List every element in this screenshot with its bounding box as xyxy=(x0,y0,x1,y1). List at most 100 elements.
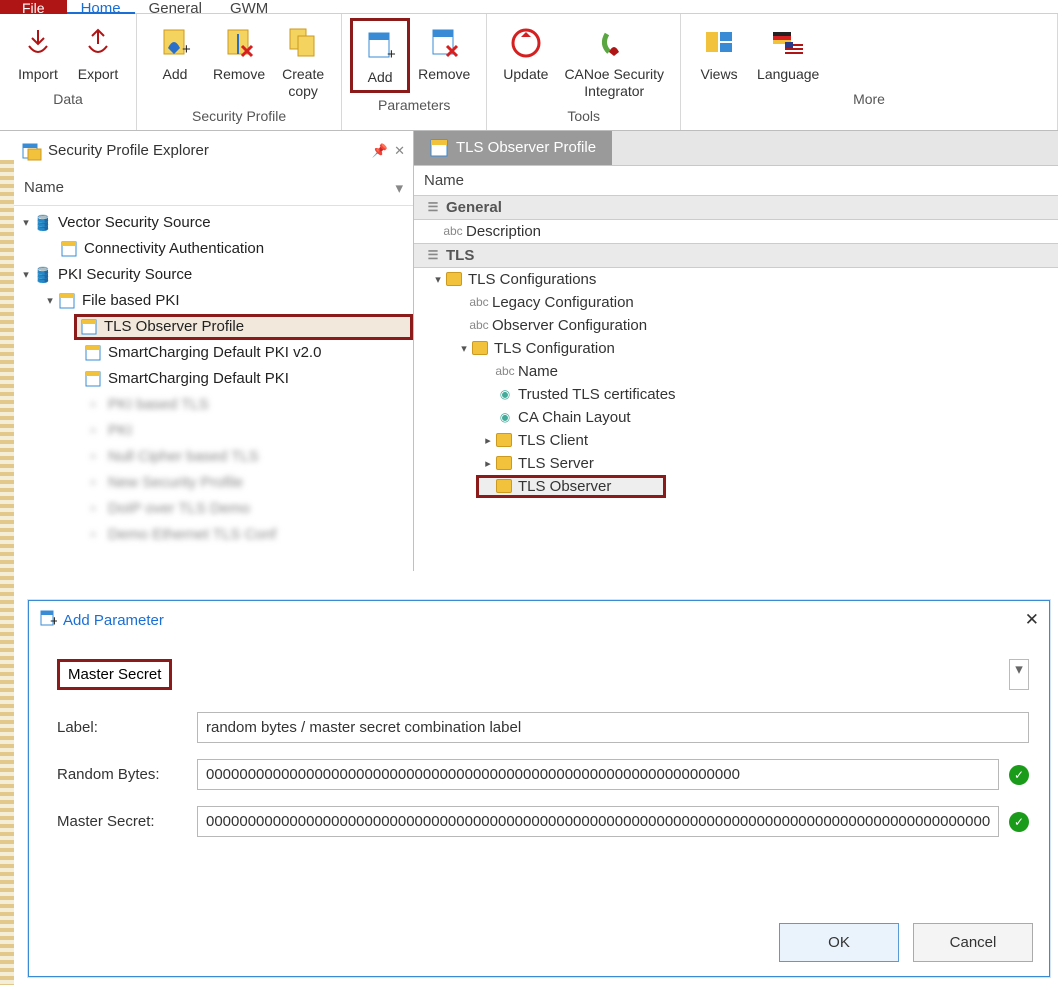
import-label: Import xyxy=(18,66,58,83)
expander-icon[interactable]: ▾ xyxy=(20,268,32,281)
dropdown-icon[interactable]: ▾ xyxy=(1009,659,1029,690)
random-bytes-input[interactable] xyxy=(197,759,999,790)
prop-label: Name xyxy=(518,363,558,380)
profile-add-button[interactable]: + Add xyxy=(145,18,205,104)
prop-trusted-certs[interactable]: ◉Trusted TLS certificates xyxy=(414,383,1058,406)
tree-smartcharging-v2[interactable]: SmartCharging Default PKI v2.0 xyxy=(14,340,413,366)
tree-pki-security-source[interactable]: ▾🛢️PKI Security Source xyxy=(14,262,413,288)
close-icon[interactable]: ✕ xyxy=(1025,610,1039,630)
param-remove-button[interactable]: Remove xyxy=(410,18,478,93)
parameter-type-row: Master Secret ▾ xyxy=(57,659,1029,690)
tree-item-blurred[interactable]: ▫PKI xyxy=(14,418,413,444)
list-icon: ☰ xyxy=(420,248,446,262)
tree-item-blurred[interactable]: ▫New Security Profile xyxy=(14,470,413,496)
param-add-button[interactable]: + Add xyxy=(350,18,410,93)
section-general[interactable]: ☰General xyxy=(414,195,1058,220)
tree-connectivity-auth[interactable]: Connectivity Authentication xyxy=(14,236,413,262)
group-more: Views Language More xyxy=(681,14,1058,130)
prop-legacy-config[interactable]: abcLegacy Configuration xyxy=(414,291,1058,314)
profile-icon: ▫ xyxy=(84,526,102,544)
expander-icon[interactable]: ▸ xyxy=(482,434,494,447)
link-icon: ◉ xyxy=(492,387,518,401)
prop-tls-client[interactable]: ▸TLS Client xyxy=(414,429,1058,452)
prop-label: CA Chain Layout xyxy=(518,409,631,426)
profile-icon xyxy=(80,318,98,336)
random-bytes-row: Random Bytes: ✓ xyxy=(57,759,1029,790)
tree-item-blurred[interactable]: ▫Demo Ethernet TLS Conf xyxy=(14,522,413,548)
dropdown-icon[interactable]: ▾ xyxy=(395,179,403,197)
group-more-label: More xyxy=(681,89,1057,113)
folder-icon xyxy=(496,479,512,493)
label-input[interactable] xyxy=(197,712,1029,743)
expander-icon[interactable]: ▸ xyxy=(482,457,494,470)
expander-icon[interactable]: ▾ xyxy=(20,216,32,229)
section-tls[interactable]: ☰TLS xyxy=(414,243,1058,268)
profile-remove-button[interactable]: Remove xyxy=(205,18,273,104)
detail-tab[interactable]: TLS Observer Profile xyxy=(414,131,612,165)
profile-icon xyxy=(60,240,78,258)
master-secret-label: Master Secret: xyxy=(57,813,197,830)
group-parameters: + Add Remove Parameters xyxy=(342,14,487,130)
pin-icon[interactable]: 📌 xyxy=(372,143,388,159)
param-remove-label: Remove xyxy=(418,66,470,83)
tree-item-blurred[interactable]: ▫Null Cipher based TLS xyxy=(14,444,413,470)
prop-label: TLS Configurations xyxy=(468,271,596,288)
profile-remove-icon xyxy=(220,24,258,62)
section-label: General xyxy=(446,199,502,216)
explorer-name-header[interactable]: Name ▾ xyxy=(14,171,413,206)
update-button[interactable]: Update xyxy=(495,18,556,104)
prop-label: Observer Configuration xyxy=(492,317,647,334)
prop-tls-server[interactable]: ▸TLS Server xyxy=(414,452,1058,475)
prop-name-field[interactable]: abcName xyxy=(414,360,1058,383)
prop-tls-configurations[interactable]: ▾ TLS Configurations xyxy=(414,268,1058,291)
profile-icon: ▫ xyxy=(84,396,102,414)
close-panel-icon[interactable]: ✕ xyxy=(394,143,405,159)
dialog-title: Add Parameter xyxy=(63,612,164,629)
param-add-icon: + xyxy=(361,27,399,65)
tab-general[interactable]: General xyxy=(135,0,216,14)
tree-tls-observer-profile[interactable]: TLS Observer Profile xyxy=(74,314,413,340)
prop-description[interactable]: abcDescription xyxy=(414,220,1058,243)
prop-tls-configuration[interactable]: ▾TLS Configuration xyxy=(414,337,1058,360)
create-copy-button[interactable]: Create copy xyxy=(273,18,333,104)
tree-file-based-pki[interactable]: ▾File based PKI xyxy=(14,288,413,314)
cancel-button[interactable]: Cancel xyxy=(913,923,1033,962)
profile-add-label: Add xyxy=(163,66,188,83)
abc-icon: abc xyxy=(492,364,518,378)
master-secret-input[interactable] xyxy=(197,806,999,837)
tree-label: PKI based TLS xyxy=(108,396,209,413)
valid-icon: ✓ xyxy=(1009,765,1029,785)
integrator-button[interactable]: CANoe Security Integrator xyxy=(556,18,672,104)
views-button[interactable]: Views xyxy=(689,18,749,87)
tree-smartcharging[interactable]: SmartCharging Default PKI xyxy=(14,366,413,392)
label-row: Label: xyxy=(57,712,1029,743)
group-secprof-label: Security Profile xyxy=(137,106,341,130)
prop-ca-chain[interactable]: ◉CA Chain Layout xyxy=(414,406,1058,429)
detail-tab-header: TLS Observer Profile xyxy=(414,131,1058,166)
update-icon xyxy=(507,24,545,62)
prop-observer-config[interactable]: abcObserver Configuration xyxy=(414,314,1058,337)
tree-label: Connectivity Authentication xyxy=(84,240,264,257)
expander-icon[interactable]: ▾ xyxy=(44,294,56,307)
export-button[interactable]: Export xyxy=(68,18,128,87)
tree-vector-security-source[interactable]: ▾🛢️Vector Security Source xyxy=(14,210,413,236)
views-label: Views xyxy=(700,66,737,83)
tree-item-blurred[interactable]: ▫ PKI based TLS xyxy=(14,392,413,418)
ok-button[interactable]: OK xyxy=(779,923,899,962)
dialog-body: Master Secret ▾ Label: Random Bytes: ✓ M… xyxy=(29,639,1049,863)
expander-icon[interactable]: ▾ xyxy=(432,273,444,286)
language-button[interactable]: Language xyxy=(749,18,827,87)
parameter-type-select[interactable]: Master Secret xyxy=(57,659,172,690)
prop-tls-observer[interactable]: TLS Observer xyxy=(476,475,666,498)
import-button[interactable]: Import xyxy=(8,18,68,87)
group-params-label: Parameters xyxy=(342,95,486,119)
property-tree: ☰General abcDescription ☰TLS ▾TLS Config… xyxy=(414,195,1058,498)
random-bytes-label: Random Bytes: xyxy=(57,766,197,783)
tree-item-blurred[interactable]: ▫DoIP over TLS Demo xyxy=(14,496,413,522)
detail-tab-label: TLS Observer Profile xyxy=(456,139,596,156)
tab-gwm[interactable]: GWM xyxy=(216,0,282,14)
explorer-panel: Security Profile Explorer 📌 ✕ Name ▾ ▾🛢️… xyxy=(14,131,414,571)
tab-home[interactable]: Home xyxy=(67,0,135,14)
expander-icon[interactable]: ▾ xyxy=(458,342,470,355)
tab-file[interactable]: File xyxy=(0,0,67,14)
